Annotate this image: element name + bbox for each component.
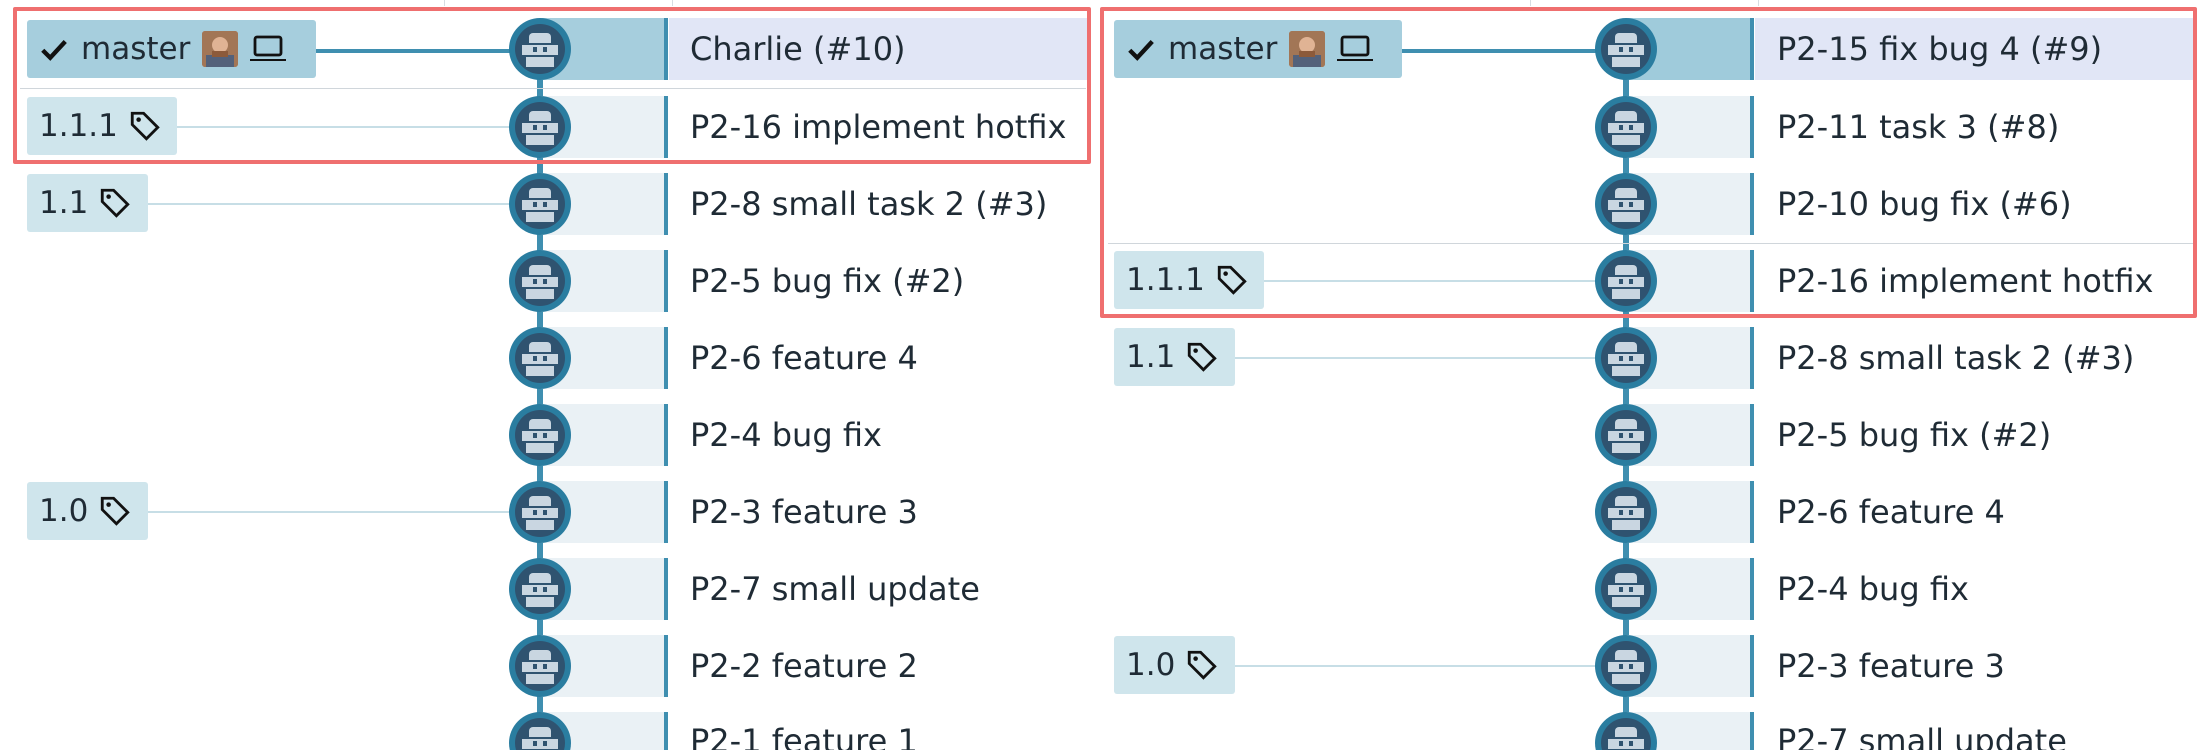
commit-avatar-icon [1595,404,1657,466]
tag-icon [1188,650,1218,680]
commit-avatar-icon [509,481,571,543]
commit-avatar-icon [1595,481,1657,543]
column-divider [672,0,673,6]
commit-avatar-icon [509,404,571,466]
commit-message[interactable]: P2-4 bug fix [690,404,882,466]
commit-avatar-icon [1595,327,1657,389]
tag-name: 1.0 [1126,647,1176,683]
right-graph-panel: P2-15 fix bug 4 (#9) master P2-11 task 3… [1100,0,2200,750]
commit-avatar-icon [509,173,571,235]
graph-divider [664,250,668,312]
tag-name: 1.1 [1126,339,1176,375]
commit-message[interactable]: P2-6 feature 4 [1777,481,2005,543]
commit-graph-comparison: Charlie (#10) master P2-16 implement hot… [0,0,2200,750]
column-divider [1758,0,1759,6]
commit-message[interactable]: P2-3 feature 3 [1777,635,2005,697]
graph-divider [664,635,668,697]
commit-message[interactable]: P2-2 feature 2 [690,635,918,697]
tag-label[interactable]: 1.0 [1114,636,1235,694]
highlight-box [13,7,1091,164]
tag-connector [1232,665,1596,667]
graph-divider [664,327,668,389]
graph-divider [1750,712,1754,750]
commit-message[interactable]: P2-8 small task 2 (#3) [690,173,1047,235]
commit-message[interactable]: P2-8 small task 2 (#3) [1777,327,2134,389]
commit-message[interactable]: P2-1 feature 1 [690,710,918,750]
commit-message[interactable]: P2-5 bug fix (#2) [690,250,964,312]
column-divider [1530,0,1531,6]
tag-icon [101,188,131,218]
tag-icon [101,496,131,526]
commit-message[interactable]: P2-6 feature 4 [690,327,918,389]
tag-icon [1188,342,1218,372]
graph-divider [1750,481,1754,543]
commit-avatar-icon [1595,635,1657,697]
left-graph-panel: Charlie (#10) master P2-16 implement hot… [0,0,1100,750]
tag-name: 1.0 [39,493,89,529]
commit-avatar-icon [509,327,571,389]
tag-connector [1232,357,1596,359]
graph-divider [1750,558,1754,620]
commit-avatar-icon [1595,558,1657,620]
highlight-box [1100,7,2197,318]
commit-message[interactable]: P2-5 bug fix (#2) [1777,404,2051,466]
tag-label[interactable]: 1.0 [27,482,148,540]
commit-message[interactable]: P2-7 small update [1777,710,2067,750]
commit-avatar-icon [509,250,571,312]
graph-divider [1750,404,1754,466]
graph-divider [1750,635,1754,697]
tag-connector [145,511,510,513]
graph-divider [664,712,668,750]
graph-divider [664,404,668,466]
graph-divider [1750,327,1754,389]
commit-message[interactable]: P2-7 small update [690,558,980,620]
commit-avatar-icon [509,558,571,620]
tag-connector [145,203,510,205]
tag-label[interactable]: 1.1 [27,174,148,232]
commit-avatar-icon [509,635,571,697]
commit-message[interactable]: P2-4 bug fix [1777,558,1969,620]
graph-divider [664,173,668,235]
commit-message[interactable]: P2-3 feature 3 [690,481,918,543]
tag-name: 1.1 [39,185,89,221]
graph-divider [664,558,668,620]
graph-divider [664,481,668,543]
tag-label[interactable]: 1.1 [1114,328,1235,386]
column-divider [444,0,445,6]
